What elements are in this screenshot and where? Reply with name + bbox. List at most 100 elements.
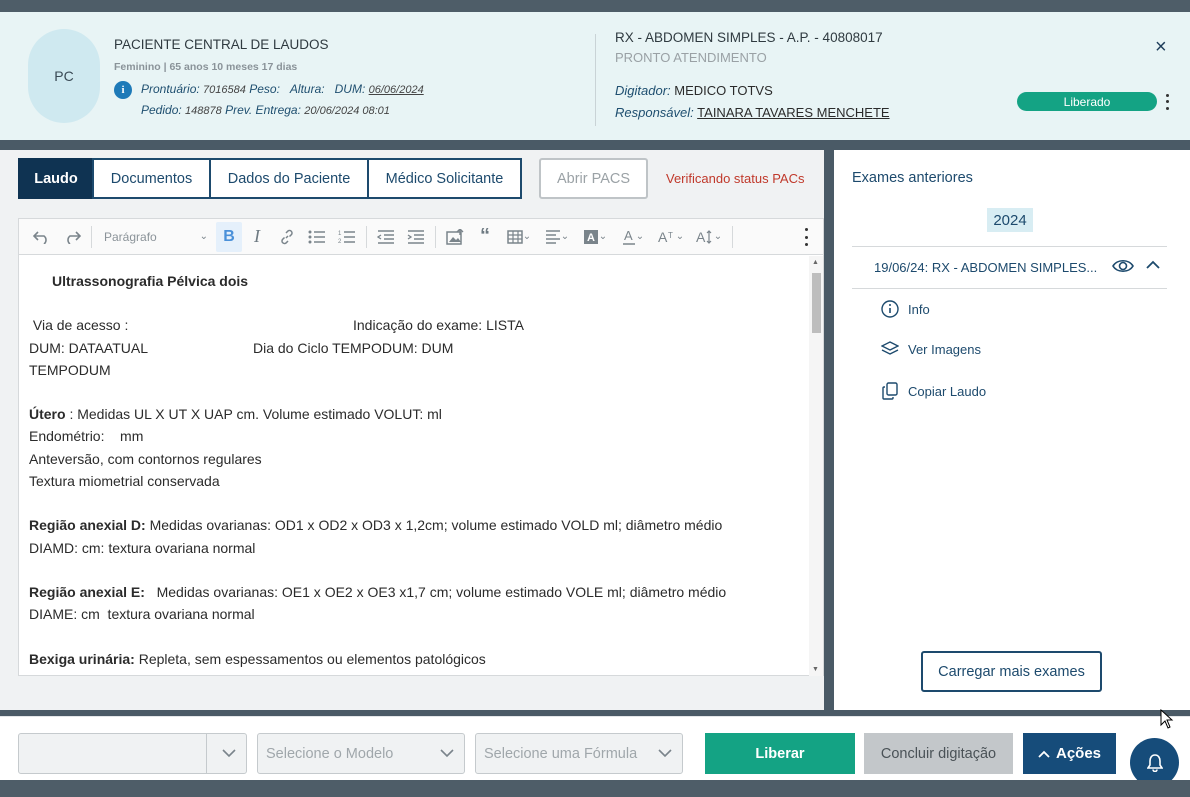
toolbar-separator — [91, 225, 92, 248]
model-select-placeholder: Selecione o Modelo — [266, 745, 394, 762]
tab-documentos[interactable]: Documentos — [92, 158, 211, 199]
chevron-down-icon: ⌄ — [199, 231, 208, 242]
view-images-action[interactable]: Ver Imagens — [880, 341, 981, 357]
responsavel-label: Responsável: — [615, 105, 694, 120]
prev-entrega-label: Prev. Entrega: — [225, 103, 301, 117]
scroll-up-icon[interactable]: ▲ — [812, 259, 819, 266]
chevron-up-icon — [1038, 750, 1050, 758]
dum-label: DUM: — [334, 82, 366, 96]
svg-text:2: 2 — [338, 239, 342, 244]
previous-exam-label: 19/06/24: RX - ABDOMEN SIMPLES... — [874, 260, 1098, 275]
info-action[interactable]: Info — [880, 300, 930, 318]
font-size-icon[interactable]: AT ⌄ — [652, 222, 690, 252]
insert-image-icon[interactable] — [440, 222, 470, 252]
toolbar-separator — [435, 225, 436, 248]
exam-title: RX - ABDOMEN SIMPLES - A.P. - 40808017 — [615, 30, 883, 45]
altura-label: Altura: — [289, 82, 325, 96]
load-more-exams-button[interactable]: Carregar mais exames — [921, 651, 1102, 692]
previous-exam-row[interactable]: 19/06/24: RX - ABDOMEN SIMPLES... — [852, 246, 1167, 289]
tab-laudo[interactable]: Laudo — [18, 158, 94, 199]
doc-line: TEMPODUM — [29, 361, 111, 378]
patient-demographics: Feminino | 65 anos 10 meses 17 dias — [114, 61, 298, 73]
copy-icon — [880, 382, 900, 400]
view-images-label: Ver Imagens — [908, 341, 981, 357]
tab-dados-paciente[interactable]: Dados do Paciente — [209, 158, 369, 199]
paragraph-select-value: Parágrafo — [104, 229, 157, 244]
previous-exams-title: Exames anteriores — [852, 170, 973, 186]
doc-line: DIAMD: cm: textura ovariana normal — [29, 539, 256, 556]
toolbar-more-icon[interactable] — [803, 228, 809, 246]
pacs-status: Verificando status PACs — [666, 171, 805, 186]
toolbar-separator — [732, 225, 733, 248]
chevron-down-icon — [440, 746, 454, 762]
outdent-icon[interactable] — [371, 222, 401, 252]
footer-bar: Selecione o Modelo Selecione uma Fórmula… — [0, 716, 1190, 787]
top-strip — [0, 0, 1190, 12]
highlight-icon[interactable]: A ⌄ — [576, 222, 614, 252]
scroll-down-icon[interactable]: ▼ — [812, 666, 819, 673]
main-panel: Laudo Documentos Dados do Paciente Médic… — [0, 150, 824, 710]
model-select[interactable]: Selecione o Modelo — [257, 733, 465, 774]
year-badge: 2024 — [987, 208, 1033, 232]
font-color-icon[interactable]: A ⌄ — [614, 222, 652, 252]
align-icon[interactable]: ⌄ — [538, 222, 576, 252]
patient-name: PACIENTE CENTRAL DE LAUDOS — [114, 37, 329, 52]
prev-entrega-value: 20/06/2024 08:01 — [304, 105, 390, 117]
bulleted-list-icon[interactable] — [302, 222, 332, 252]
doc-line: Região anexial D: Medidas ovarianas: OD1… — [29, 517, 723, 534]
italic-icon[interactable]: I — [242, 222, 272, 252]
svg-text:A: A — [658, 229, 668, 245]
doc-line: Textura miometrial conservada — [29, 473, 220, 490]
info-circle-icon — [880, 300, 900, 318]
link-icon[interactable] — [272, 222, 302, 252]
doc-line: DUM: DATAATUAL Dia do Ciclo TEMPODUM: DUM — [29, 339, 454, 356]
report-editor: Parágrafo ⌄ B I 12 “ ⌄ ⌄ A ⌄ A ⌄ A T ⌄ A… — [18, 218, 824, 676]
undo-icon[interactable] — [27, 222, 57, 252]
status-badge: Liberado — [1017, 92, 1157, 111]
chevron-up-icon[interactable] — [1146, 257, 1160, 273]
digitador-value: MEDICO TOTVS — [674, 83, 773, 98]
bold-icon[interactable]: B — [216, 221, 242, 252]
report-document[interactable]: Ultrassonografia Pélvica dois Via de ace… — [19, 256, 809, 676]
editor-scrollbar[interactable]: ▲ ▼ — [809, 256, 823, 676]
tab-medico-solicitante[interactable]: Médico Solicitante — [367, 158, 522, 199]
scroll-thumb[interactable] — [812, 273, 821, 333]
text-size-icon[interactable]: A ⌄ — [690, 222, 728, 252]
doc-line: Bexiga urinária: Repleta, sem espessamen… — [29, 650, 486, 667]
pedido-value: 148878 — [185, 105, 222, 117]
close-icon[interactable]: × — [1155, 36, 1167, 59]
svg-text:1: 1 — [338, 231, 342, 237]
svg-text:T: T — [668, 231, 673, 240]
formula-select[interactable]: Selecione uma Fórmula — [475, 733, 683, 774]
formula-select-placeholder: Selecione uma Fórmula — [484, 745, 638, 762]
actions-button-label: Ações — [1055, 745, 1102, 762]
open-pacs-button[interactable]: Abrir PACS — [539, 158, 648, 199]
blockquote-icon[interactable]: “ — [470, 222, 500, 252]
table-icon[interactable]: ⌄ — [500, 222, 538, 252]
copy-report-label: Copiar Laudo — [908, 383, 987, 399]
layers-icon — [880, 341, 900, 357]
numbered-list-icon[interactable]: 12 — [332, 222, 362, 252]
indent-icon[interactable] — [401, 222, 431, 252]
eye-icon[interactable] — [1112, 258, 1134, 279]
redo-icon[interactable] — [57, 222, 87, 252]
finish-typing-button[interactable]: Concluir digitação — [864, 733, 1013, 774]
actions-button[interactable]: Ações — [1023, 733, 1116, 774]
release-button[interactable]: Liberar — [705, 733, 855, 774]
info-icon[interactable]: i — [114, 81, 132, 99]
copy-report-action[interactable]: Copiar Laudo — [880, 382, 986, 400]
doc-line: Região anexial E: Medidas ovarianas: OE1… — [29, 583, 727, 600]
doc-line: Útero : Medidas UL X UT X UAP cm. Volume… — [29, 406, 442, 423]
responsavel-value[interactable]: TAINARA TAVARES MENCHETE — [697, 105, 889, 120]
header-divider — [595, 34, 596, 126]
paragraph-select[interactable]: Parágrafo ⌄ — [96, 223, 216, 251]
empty-select[interactable] — [18, 733, 247, 774]
prontuario-value: 7016584 — [203, 84, 246, 96]
patient-details-line2: Pedido: 148878 Prev. Entrega: 20/06/2024… — [141, 103, 390, 117]
previous-exams-panel: Exames anteriores 2024 19/06/24: RX - AB… — [834, 150, 1190, 710]
header-more-icon[interactable] — [1162, 92, 1172, 112]
chevron-down-icon — [658, 746, 672, 762]
chevron-down-icon — [222, 746, 236, 762]
svg-text:A: A — [696, 229, 706, 245]
patient-header: PC PACIENTE CENTRAL DE LAUDOS Feminino |… — [0, 12, 1190, 140]
